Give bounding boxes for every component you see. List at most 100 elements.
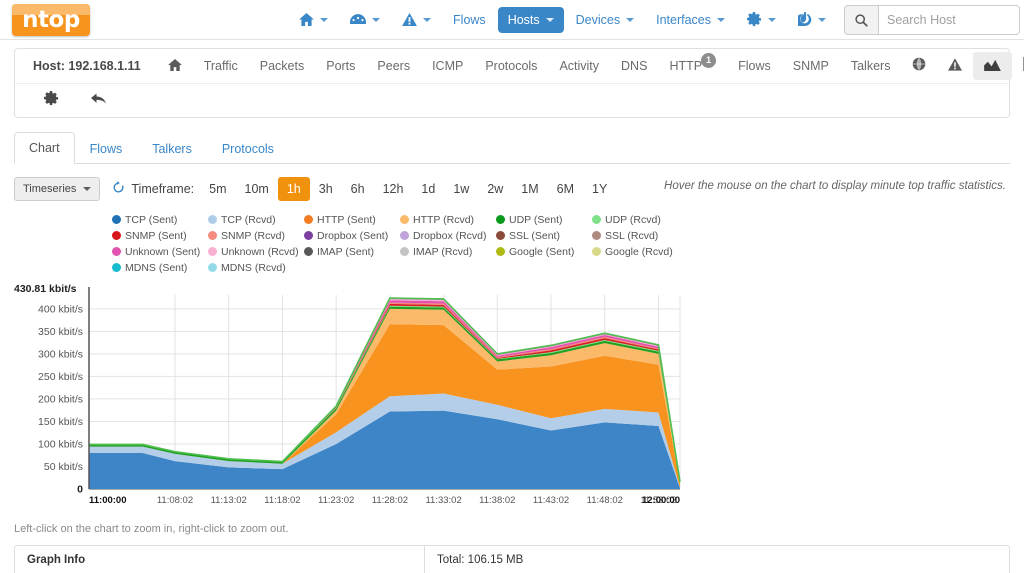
x-axis-tick-label: 11:18:02 — [264, 495, 300, 506]
nav-flows[interactable]: Flows — [443, 7, 496, 33]
zoom-hint-text: Left-click on the chart to zoom in, righ… — [14, 523, 1010, 535]
timeframe-label: Timeframe: — [131, 182, 194, 196]
nav-interfaces[interactable]: Interfaces — [646, 7, 735, 33]
nav-settings[interactable] — [737, 6, 786, 35]
legend-item[interactable]: Unknown (Rcvd) — [208, 244, 304, 259]
timeframe-option-1d[interactable]: 1d — [412, 177, 444, 201]
tab-protocols[interactable]: Protocols — [207, 133, 289, 164]
legend-color-dot — [304, 231, 313, 240]
timeframe-option-6M[interactable]: 6M — [548, 177, 583, 201]
timeframe-option-1h[interactable]: 1h — [278, 177, 310, 201]
legend-item[interactable]: MDNS (Sent) — [112, 260, 208, 275]
timeframe-option-1w[interactable]: 1w — [444, 177, 478, 201]
chart-svg[interactable]: 050 kbit/s100 kbit/s150 kbit/s200 kbit/s… — [14, 283, 1010, 515]
timeframe-option-1M[interactable]: 1M — [512, 177, 547, 201]
subnav-item-activity[interactable]: Activity — [548, 50, 610, 82]
y-axis-tick-label: 350 kbit/s — [38, 326, 83, 338]
subnav-item-icmp[interactable]: ICMP — [421, 50, 474, 82]
legend-item[interactable]: HTTP (Rcvd) — [400, 212, 496, 227]
dashboard-icon — [350, 13, 366, 28]
subnav-item-chart[interactable] — [973, 52, 1012, 80]
timeframe-option-6h[interactable]: 6h — [342, 177, 374, 201]
subnav-item-http[interactable]: HTTP1 — [658, 50, 727, 82]
subnav-back-button[interactable] — [80, 87, 118, 115]
legend-item[interactable]: IMAP (Rcvd) — [400, 244, 496, 259]
subnav-item-talkers[interactable]: Talkers — [840, 50, 902, 82]
host-subnav-row-2 — [15, 83, 1009, 117]
timeframe-option-5m[interactable]: 5m — [200, 177, 235, 201]
timeframe-option-12h[interactable]: 12h — [374, 177, 413, 201]
nav-home[interactable] — [289, 7, 338, 34]
legend-color-dot — [208, 215, 217, 224]
timeframe-option-3h[interactable]: 3h — [310, 177, 342, 201]
search-button[interactable] — [844, 5, 878, 35]
subnav-item-protocols[interactable]: Protocols — [474, 50, 548, 82]
host-subnav-row-1: Host: 192.168.1.11 Traffic Packets Ports… — [15, 49, 1009, 83]
y-axis-tick-label: 300 kbit/s — [38, 348, 83, 360]
legend-item[interactable]: SNMP (Sent) — [112, 228, 208, 243]
nav-devices[interactable]: Devices — [566, 7, 644, 33]
x-axis-tick-label: 12:00:00 — [642, 495, 680, 506]
subnav-item-ports[interactable]: Ports — [315, 50, 366, 82]
alert-triangle-icon — [402, 13, 417, 28]
timeframe-option-2w[interactable]: 2w — [478, 177, 512, 201]
search-input[interactable] — [878, 5, 1020, 35]
subnav-item-globe[interactable] — [901, 52, 937, 80]
nav-interfaces-label: Interfaces — [656, 13, 711, 27]
tab-talkers[interactable]: Talkers — [137, 133, 207, 164]
legend-item[interactable]: HTTP (Sent) — [304, 212, 400, 227]
ntop-logo[interactable]: ntop — [12, 4, 90, 36]
subnav-item-http-label: HTTP — [669, 59, 702, 73]
legend-item[interactable]: UDP (Rcvd) — [592, 212, 688, 227]
subnav-item-flows[interactable]: Flows — [727, 50, 782, 82]
subnav-item-report[interactable] — [1012, 52, 1024, 80]
subnav-home-icon-item[interactable] — [157, 52, 193, 80]
legend-item[interactable]: Dropbox (Rcvd) — [400, 228, 496, 243]
subnav-item-snmp[interactable]: SNMP — [782, 50, 840, 82]
chevron-down-icon — [372, 18, 380, 22]
nav-power[interactable] — [788, 6, 836, 34]
nav-hosts[interactable]: Hosts — [498, 7, 564, 33]
timeframe-option-10m[interactable]: 10m — [236, 177, 278, 201]
subnav-item-packets[interactable]: Packets — [249, 50, 315, 82]
legend-item[interactable]: TCP (Sent) — [112, 212, 208, 227]
legend-item[interactable]: Google (Rcvd) — [592, 244, 688, 259]
subnav-item-alerts[interactable] — [937, 52, 973, 80]
timeframe-options: 5m 10m 1h 3h 6h 12h 1d 1w 2w 1M 6M 1Y — [200, 177, 616, 201]
legend-item[interactable]: Google (Sent) — [496, 244, 592, 259]
legend-label: SSL (Sent) — [509, 230, 560, 242]
subnav-settings-button[interactable] — [33, 86, 70, 115]
y-axis-tick-label: 250 kbit/s — [38, 371, 83, 383]
subnav-item-peers[interactable]: Peers — [366, 50, 421, 82]
legend-item[interactable]: SSL (Sent) — [496, 228, 592, 243]
tab-chart[interactable]: Chart — [14, 132, 75, 164]
legend-item[interactable]: Unknown (Sent) — [112, 244, 208, 259]
subnav-item-dns[interactable]: DNS — [610, 50, 658, 82]
legend-color-dot — [112, 263, 121, 272]
gear-icon — [747, 12, 762, 29]
legend-item[interactable]: IMAP (Sent) — [304, 244, 400, 259]
x-axis-tick-label: 11:23:02 — [318, 495, 354, 506]
tab-flows[interactable]: Flows — [75, 133, 138, 164]
legend-item[interactable]: SSL (Rcvd) — [592, 228, 688, 243]
timeseries-select[interactable]: Timeseries — [14, 177, 100, 201]
legend-item[interactable]: MDNS (Rcvd) — [208, 260, 304, 275]
nav-dashboard[interactable] — [340, 7, 390, 34]
timeframe-option-1Y[interactable]: 1Y — [583, 177, 616, 201]
nav-hosts-label: Hosts — [508, 13, 540, 27]
legend-label: UDP (Sent) — [509, 214, 563, 226]
legend-item[interactable]: UDP (Sent) — [496, 212, 592, 227]
nav-alerts[interactable] — [392, 7, 441, 34]
graph-info-label: Graph Info — [15, 546, 425, 573]
legend-item[interactable]: SNMP (Rcvd) — [208, 228, 304, 243]
home-icon — [168, 58, 182, 74]
host-subnav: Host: 192.168.1.11 Traffic Packets Ports… — [14, 48, 1010, 118]
nav-devices-label: Devices — [576, 13, 620, 27]
reload-icon[interactable] — [112, 181, 125, 197]
legend-item[interactable]: Dropbox (Sent) — [304, 228, 400, 243]
legend-item[interactable]: TCP (Rcvd) — [208, 212, 304, 227]
legend-label: HTTP (Sent) — [317, 214, 376, 226]
globe-icon — [912, 58, 926, 74]
traffic-chart[interactable]: 430.81 kbit/s 050 kbit/s100 kbit/s150 kb… — [14, 283, 1010, 515]
subnav-item-traffic[interactable]: Traffic — [193, 50, 249, 82]
